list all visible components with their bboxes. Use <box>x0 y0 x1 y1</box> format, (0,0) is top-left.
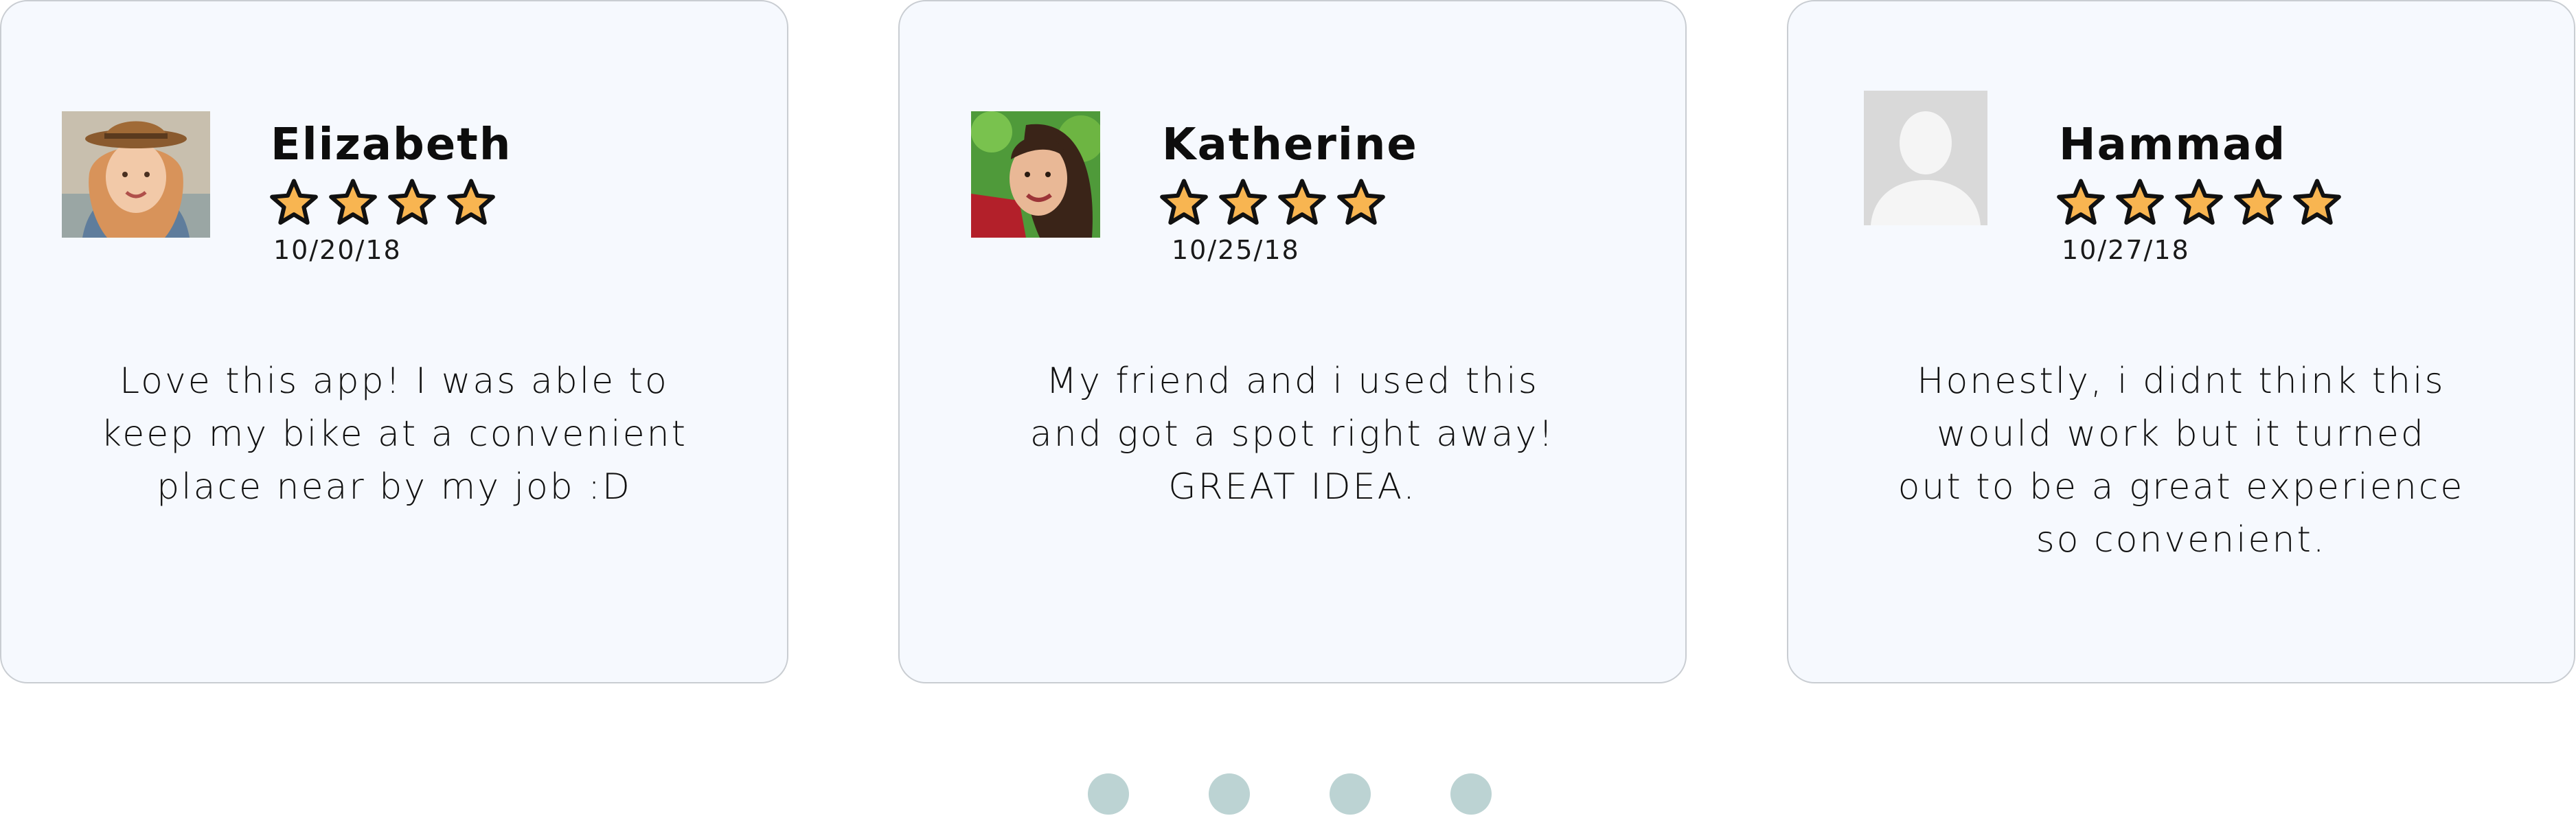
carousel-dot-2[interactable] <box>1209 773 1250 815</box>
star-rating <box>1158 176 1387 228</box>
reviewer-name: Katherine <box>1162 120 1418 170</box>
user-photo-icon <box>971 111 1100 238</box>
star-icon <box>2293 179 2341 225</box>
user-photo-icon <box>62 111 210 238</box>
star-icon <box>270 179 318 225</box>
review-line: My friend and i used this <box>1046 361 1539 402</box>
star-icon <box>2175 179 2223 225</box>
review-line: out to be a great experience <box>1897 466 2465 508</box>
avatar <box>971 111 1100 238</box>
star-icon <box>447 179 495 225</box>
review-line: and got a spot right away! <box>1029 413 1555 455</box>
review-card: Hammad 10/27/18 Honestly, i didnt think … <box>1787 0 2575 683</box>
review-text: Love this app! I was able to keep my bik… <box>43 355 746 514</box>
review-date: 10/25/18 <box>1172 235 1300 265</box>
review-card: Katherine 10/25/18 My friend and i used … <box>898 0 1687 683</box>
review-date: 10/20/18 <box>273 235 402 265</box>
star-icon <box>2057 179 2105 225</box>
review-line: Love this app! I was able to <box>119 361 669 402</box>
star-rating <box>2055 176 2343 228</box>
star-icon <box>2116 179 2164 225</box>
testimonials-carousel: Elizabeth 10/20/18 Love this app! I was … <box>0 0 2576 816</box>
star-icon <box>1219 179 1267 225</box>
review-line: Honestly, i didnt think this <box>1917 361 2446 402</box>
star-icon <box>1160 179 1208 225</box>
review-line: would work but it turned <box>1937 413 2426 455</box>
star-icon <box>1278 179 1326 225</box>
carousel-pagination <box>1088 773 1492 815</box>
avatar <box>62 111 210 238</box>
reviewer-name: Elizabeth <box>271 120 512 170</box>
carousel-dot-4[interactable] <box>1450 773 1492 815</box>
review-text: My friend and i used this and got a spot… <box>941 355 1644 514</box>
carousel-dot-3[interactable] <box>1330 773 1371 815</box>
star-icon <box>2234 179 2282 225</box>
star-icon <box>329 179 377 225</box>
review-line: GREAT IDEA. <box>1168 466 1417 508</box>
star-icon <box>1337 179 1385 225</box>
review-line: keep my bike at a convenient <box>100 413 688 455</box>
reviewer-name: Hammad <box>2059 120 2287 170</box>
review-date: 10/27/18 <box>2062 235 2190 265</box>
review-card: Elizabeth 10/20/18 Love this app! I was … <box>0 0 788 683</box>
review-text: Honestly, i didnt think this would work … <box>1830 355 2533 567</box>
avatar <box>1864 91 1987 225</box>
default-user-placeholder-icon <box>1864 91 1987 225</box>
star-icon <box>388 179 436 225</box>
carousel-dot-1[interactable] <box>1088 773 1129 815</box>
star-rating <box>268 176 497 228</box>
review-line: so convenient. <box>2036 519 2327 560</box>
review-line: place near by my job :D <box>157 466 632 508</box>
